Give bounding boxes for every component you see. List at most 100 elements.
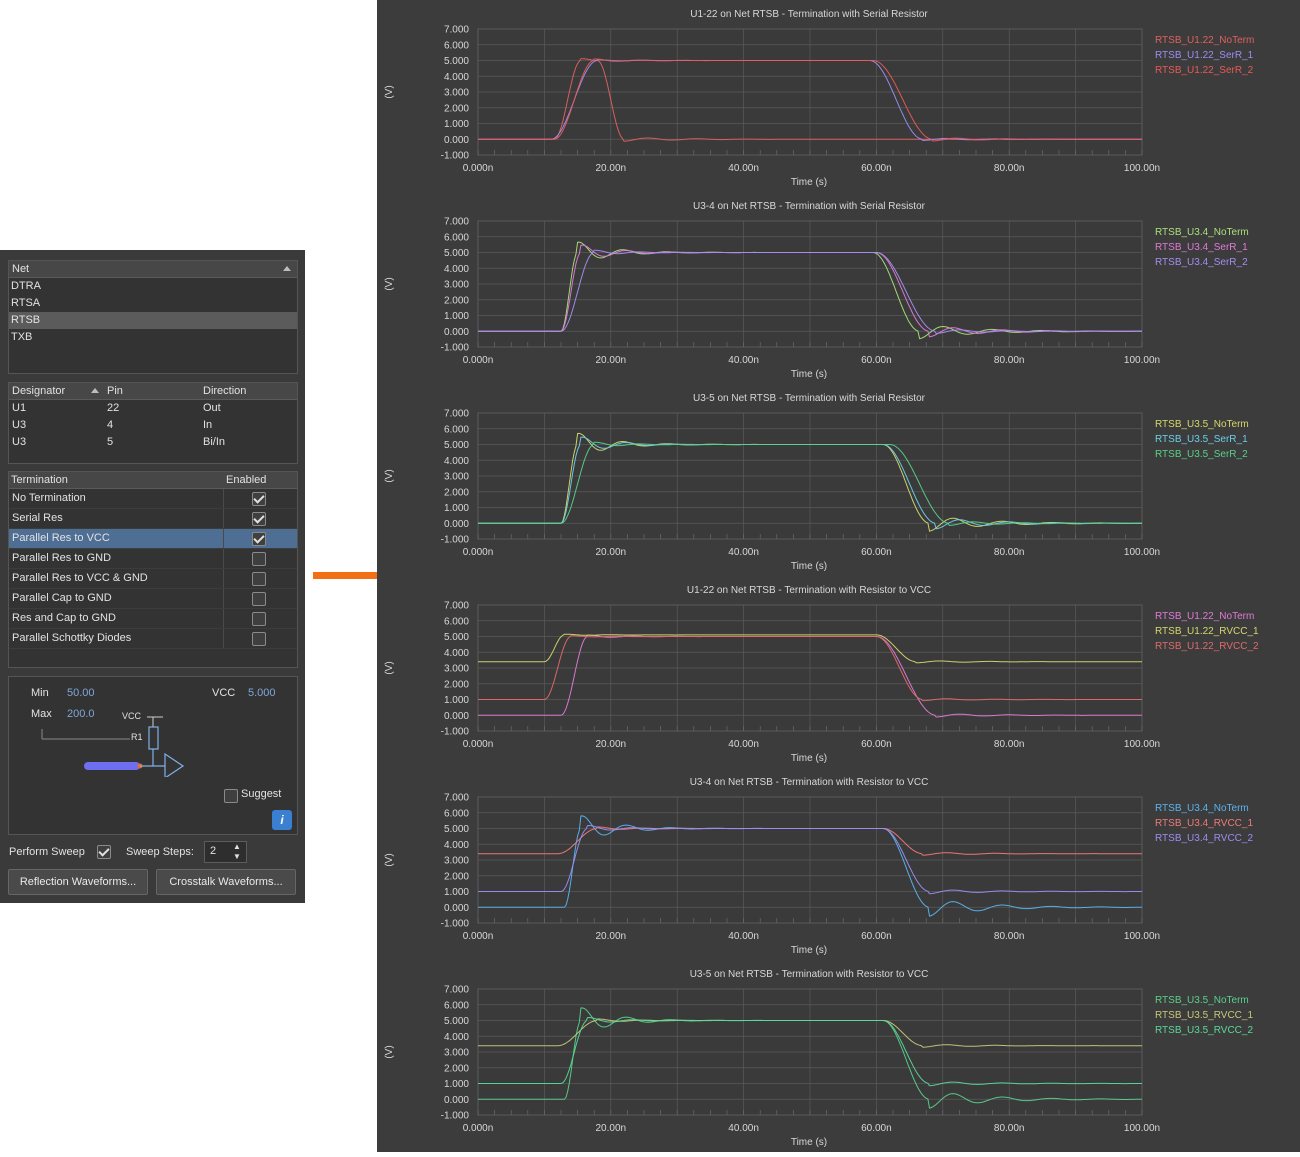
y-tick-label: 2.000 [444,871,469,882]
sort-ascending-icon [91,388,99,393]
termination-label: Parallel Cap to GND [12,592,112,604]
y-tick-label: 7.000 [444,25,469,36]
y-tick-label: 2.000 [444,295,469,306]
x-axis-label: Time (s) [791,753,827,764]
min-label: Min [31,687,49,699]
y-tick-label: -1.000 [441,343,470,354]
spin-up-icon[interactable]: ▲ [233,842,241,852]
enabled-checkbox[interactable] [252,612,266,626]
x-axis-label: Time (s) [791,945,827,956]
pin-column-header[interactable]: Pin [107,383,123,399]
y-tick-label: 5.000 [444,56,469,67]
enabled-checkbox[interactable] [252,632,266,646]
x-tick-label: 0.000n [463,355,494,366]
y-tick-label: 4.000 [444,264,469,275]
sweep-steps-spinner[interactable]: 2 ▲ ▼ [204,841,247,863]
legend-entry: RTSB_U1.22_RVCC_1 [1155,626,1259,637]
x-axis-label: Time (s) [791,177,827,188]
reflection-waveforms-button[interactable]: Reflection Waveforms... [8,869,148,895]
y-axis-label: (V) [384,277,395,290]
x-tick-label: 80.00n [994,355,1025,366]
perform-sweep-checkbox[interactable] [97,845,111,859]
y-tick-label: 4.000 [444,1032,469,1043]
suggest-checkbox[interactable] [224,789,238,803]
y-tick-label: 7.000 [444,985,469,996]
table-row[interactable]: U1 22 Out [9,400,297,417]
termination-label: Parallel Schottky Diodes [12,632,132,644]
table-row[interactable]: U3 5 Bi/In [9,434,297,451]
y-axis-label: (V) [384,853,395,866]
designator-cell: U3 [12,436,27,448]
enabled-checkbox[interactable] [252,532,266,546]
y-tick-label: 4.000 [444,648,469,659]
direction-column-header[interactable]: Direction [203,383,246,399]
x-axis-label: Time (s) [791,561,827,572]
y-tick-label: 2.000 [444,103,469,114]
enabled-checkbox[interactable] [252,592,266,606]
x-tick-label: 40.00n [728,355,759,366]
net-list-header[interactable]: Net [9,261,297,278]
vcc-value[interactable]: 5.000 [248,687,276,699]
y-tick-label: 5.000 [444,632,469,643]
termination-row-selected[interactable]: Parallel Res to VCC [9,529,297,549]
x-tick-label: 100.00n [1124,547,1160,558]
y-tick-label: 7.000 [444,217,469,228]
net-list-item[interactable]: DTRA [9,278,297,295]
y-tick-label: 6.000 [444,1000,469,1011]
termination-row[interactable]: Serial Res [9,509,297,529]
y-tick-label: 3.000 [444,280,469,291]
pin-table-header: Designator Pin Direction [9,383,297,400]
termination-row[interactable]: Parallel Cap to GND [9,589,297,609]
y-axis-label: (V) [384,1045,395,1058]
y-tick-label: 6.000 [444,616,469,627]
pin-table: Designator Pin Direction U1 22 Out U3 4 … [8,382,298,464]
y-tick-label: 2.000 [444,1063,469,1074]
x-tick-label: 40.00n [728,163,759,174]
y-tick-label: 2.000 [444,487,469,498]
crosstalk-waveforms-button[interactable]: Crosstalk Waveforms... [156,869,296,895]
termination-row[interactable]: Parallel Schottky Diodes [9,629,297,649]
termination-parameters: Min 50.00 Max 200.0 VCC 5.000 VCC R1 Sug… [8,676,298,835]
y-tick-label: 5.000 [444,824,469,835]
termination-row[interactable]: Parallel Res to GND [9,549,297,569]
termination-table-header: Termination Enabled [9,472,297,489]
x-tick-label: 20.00n [596,931,627,942]
waveform-charts[interactable]: U1-22 on Net RTSB - Termination with Ser… [377,0,1300,1152]
spin-down-icon[interactable]: ▼ [233,852,241,862]
termination-column-header[interactable]: Termination [11,472,68,488]
enabled-cell [223,609,296,628]
x-tick-label: 60.00n [861,547,892,558]
chart-title: U3-5 on Net RTSB - Termination with Resi… [690,969,929,980]
enabled-checkbox[interactable] [252,552,266,566]
y-tick-label: 5.000 [444,440,469,451]
net-list-item[interactable]: TXB [9,329,297,346]
enabled-checkbox[interactable] [252,512,266,526]
net-list-item[interactable]: RTSA [9,295,297,312]
direction-cell: In [203,419,213,431]
x-tick-label: 0.000n [463,547,494,558]
x-axis-label: Time (s) [791,1137,827,1148]
table-row[interactable]: U3 4 In [9,417,297,434]
y-tick-label: -1.000 [441,919,470,930]
x-tick-label: 20.00n [596,1123,627,1134]
y-tick-label: 6.000 [444,808,469,819]
x-tick-label: 60.00n [861,931,892,942]
termination-row[interactable]: Res and Cap to GND [9,609,297,629]
min-value[interactable]: 50.00 [67,687,95,699]
enabled-checkbox[interactable] [252,492,266,506]
termination-row[interactable]: Parallel Res to VCC & GND [9,569,297,589]
designator-column-header[interactable]: Designator [12,383,65,399]
info-icon[interactable]: i [272,810,292,830]
net-column-header[interactable]: Net [12,261,29,277]
y-tick-label: 0.000 [444,903,469,914]
net-list-item-selected[interactable]: RTSB [9,312,297,329]
x-tick-label: 0.000n [463,739,494,750]
x-tick-label: 40.00n [728,1123,759,1134]
enabled-column-header[interactable]: Enabled [226,472,266,488]
legend-entry: RTSB_U3.4_NoTerm [1155,803,1249,814]
chart-title: U3-4 on Net RTSB - Termination with Seri… [693,201,926,212]
termination-label: Res and Cap to GND [12,612,116,624]
termination-row[interactable]: No Termination [9,489,297,509]
enabled-cell [223,569,296,588]
enabled-checkbox[interactable] [252,572,266,586]
